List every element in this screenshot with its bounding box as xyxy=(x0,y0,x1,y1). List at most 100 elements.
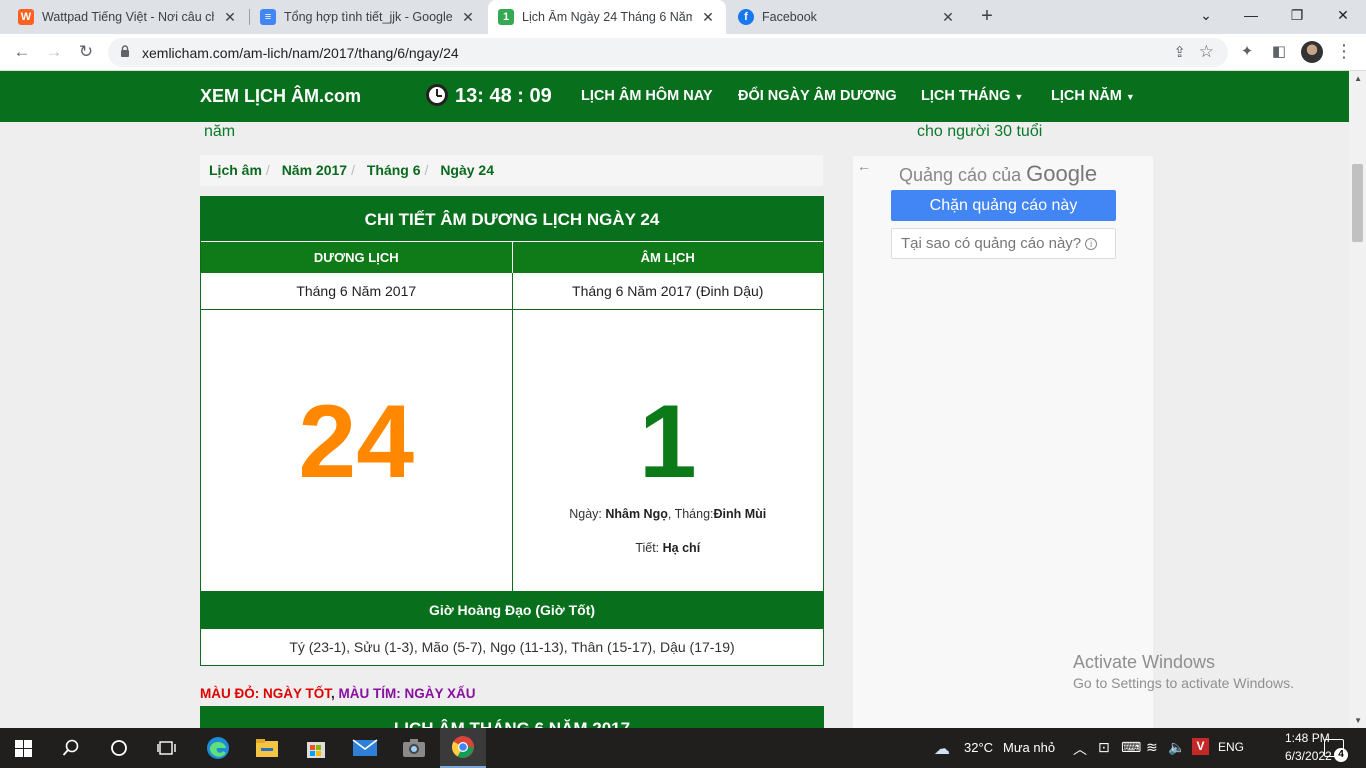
can-chi-info: Ngày: Nhâm Ngọ, Tháng:Đinh Mùi xyxy=(513,507,824,521)
site-brand[interactable]: XEM LỊCH ÂM.com xyxy=(200,86,361,107)
weather-text[interactable]: Mưa nhỏ xyxy=(1003,740,1055,755)
nav-lich-nam[interactable]: LỊCH NĂM ▼ xyxy=(1051,88,1135,104)
google-logo: Google xyxy=(1026,161,1098,186)
color-legend: MÀU ĐỎ: NGÀY TỐT, MÀU TÍM: NGÀY XẤU xyxy=(200,686,476,701)
side-panel-icon[interactable]: ◧ xyxy=(1269,42,1289,62)
watermark-subtitle: Go to Settings to activate Windows. xyxy=(1073,675,1294,691)
task-view-icon[interactable] xyxy=(144,728,190,768)
month-calendar-header: ← LỊCH ÂM THÁNG 6 NĂM 2017 → xyxy=(200,706,824,728)
tab-wattpad[interactable]: W Wattpad Tiếng Việt - Nơi câu chu ✕ xyxy=(8,0,248,34)
close-tab-icon[interactable]: ✕ xyxy=(700,9,716,26)
facebook-icon: f xyxy=(738,9,754,25)
solar-day-number: 24 xyxy=(298,384,415,500)
restore-icon[interactable]: ❐ xyxy=(1274,0,1320,30)
profile-avatar[interactable] xyxy=(1301,41,1323,63)
tab-google-docs[interactable]: ≡ Tổng hợp tình tiết_jjk - Google Tà ✕ xyxy=(250,0,486,34)
breadcrumb-thang[interactable]: Tháng 6 xyxy=(367,162,421,178)
language-indicator[interactable]: ENG xyxy=(1218,740,1244,754)
chrome-taskbar-icon[interactable] xyxy=(440,728,486,768)
microsoft-store-icon[interactable] xyxy=(293,728,339,768)
wifi-icon[interactable]: ≋ xyxy=(1146,739,1158,756)
thang-label: , Tháng: xyxy=(667,507,714,521)
cortana-icon[interactable] xyxy=(96,728,142,768)
breadcrumb-separator: / xyxy=(351,162,355,178)
ngay-value: Nhâm Ngọ xyxy=(605,507,668,521)
close-tab-icon[interactable]: ✕ xyxy=(222,9,238,26)
nav-lich-am-hom-nay[interactable]: LỊCH ÂM HÔM NAY xyxy=(581,88,713,104)
lunar-month: Tháng 6 Năm 2017 (Đinh Dậu) xyxy=(511,273,824,309)
clock-icon xyxy=(426,84,448,106)
legend-separator: , xyxy=(331,686,339,701)
tab-lich-am[interactable]: 1 Lịch Âm Ngày 24 Tháng 6 Năm 2 ✕ xyxy=(488,0,726,34)
weather-icon: ☁ xyxy=(934,741,950,758)
tab-title: Tổng hợp tình tiết_jjk - Google Tà xyxy=(284,10,452,24)
extensions-icon[interactable]: ✦ xyxy=(1237,42,1257,62)
day-detail-title: CHI TIẾT ÂM DƯƠNG LỊCH NGÀY 24 xyxy=(201,197,823,242)
weather-temp[interactable]: 32°C xyxy=(964,740,993,755)
minimize-icon[interactable]: — xyxy=(1228,0,1274,30)
block-ad-button[interactable]: Chặn quảng cáo này xyxy=(891,190,1116,221)
cut-off-link-right[interactable]: cho người 30 tuổi xyxy=(917,123,1042,141)
breadcrumb-lich-am[interactable]: Lịch âm xyxy=(209,162,262,178)
lock-icon xyxy=(121,45,129,57)
day-detail-card: CHI TIẾT ÂM DƯƠNG LỊCH NGÀY 24 DƯƠNG LỊC… xyxy=(200,196,824,666)
page-viewport: XEM LỊCH ÂM.com 13: 48 : 09 LỊCH ÂM HÔM … xyxy=(0,71,1366,728)
page-scrollbar[interactable]: ▲ ▼ xyxy=(1349,71,1366,728)
nav-lich-thang[interactable]: LỊCH THÁNG ▼ xyxy=(921,88,1023,104)
back-icon[interactable]: ← xyxy=(10,40,34,64)
url-text: xemlicham.com/am-lich/nam/2017/thang/6/n… xyxy=(142,45,459,61)
breadcrumb-separator: / xyxy=(424,162,429,178)
month-calendar-title: LỊCH ÂM THÁNG 6 NĂM 2017 xyxy=(200,719,824,728)
google-docs-icon: ≡ xyxy=(260,9,276,25)
file-explorer-icon[interactable] xyxy=(244,728,290,768)
tab-search-chevron-icon[interactable]: ⌄ xyxy=(1183,0,1229,30)
watermark-title: Activate Windows xyxy=(1073,652,1216,672)
nav-lich-thang-label: LỊCH THÁNG xyxy=(921,88,1011,104)
info-icon: i xyxy=(1085,238,1098,250)
solar-day-cell: 24 xyxy=(201,310,512,591)
share-icon[interactable]: ⇪ xyxy=(1173,43,1186,61)
breadcrumb-separator: / xyxy=(265,162,270,178)
mail-icon[interactable] xyxy=(342,728,388,768)
breadcrumb-nam[interactable]: Năm 2017 xyxy=(282,162,347,178)
lich-am-icon: 1 xyxy=(498,9,514,25)
tab-facebook[interactable]: f Facebook ✕ xyxy=(728,0,966,34)
antivirus-tray-icon[interactable]: V xyxy=(1192,738,1209,755)
edge-icon[interactable] xyxy=(195,728,241,768)
volume-icon[interactable]: 🔈 xyxy=(1168,739,1185,756)
scroll-up-icon[interactable]: ▲ xyxy=(1354,74,1362,83)
why-ad-button[interactable]: Tại sao có quảng cáo này? i xyxy=(891,228,1116,259)
tab-title: Lịch Âm Ngày 24 Tháng 6 Năm 2 xyxy=(522,10,692,24)
show-hidden-icons-chevron-icon[interactable]: ︿ xyxy=(1073,739,1087,759)
solar-month: Tháng 6 Năm 2017 xyxy=(296,283,417,299)
forward-icon[interactable]: → xyxy=(42,40,66,64)
clock-time[interactable]: 1:48 PM xyxy=(1285,731,1330,745)
caret-down-icon: ▼ xyxy=(1014,92,1024,102)
thang-value: Đinh Mùi xyxy=(713,507,767,521)
close-tab-icon[interactable]: ✕ xyxy=(460,9,476,26)
close-tab-icon[interactable]: ✕ xyxy=(940,9,956,26)
reload-icon[interactable]: ↻ xyxy=(74,40,98,64)
site-navbar: XEM LỊCH ÂM.com 13: 48 : 09 LỊCH ÂM HÔM … xyxy=(0,71,1349,122)
bookmark-star-icon[interactable]: ☆ xyxy=(1199,42,1214,62)
camera-icon[interactable] xyxy=(391,728,437,768)
start-button[interactable] xyxy=(0,728,46,768)
meet-now-icon[interactable]: ⊡ xyxy=(1098,739,1110,756)
nav-doi-ngay-am-duong[interactable]: ĐỔI NGÀY ÂM DƯƠNG xyxy=(738,88,897,104)
search-icon[interactable] xyxy=(48,728,94,768)
tab-title: Wattpad Tiếng Việt - Nơi câu chu xyxy=(42,10,214,24)
ad-back-arrow-icon[interactable]: ← xyxy=(857,158,871,174)
ngay-label: Ngày: xyxy=(569,507,602,521)
browser-menu-icon[interactable]: ⋮ xyxy=(1334,42,1354,62)
tiet-value: Hạ chí xyxy=(662,541,701,555)
tiet-info: Tiết: Hạ chí xyxy=(513,541,824,555)
input-method-icon[interactable]: ⌨ xyxy=(1121,739,1141,756)
address-bar[interactable]: xemlicham.com/am-lich/nam/2017/thang/6/n… xyxy=(108,38,1228,67)
new-tab-icon[interactable]: + xyxy=(976,5,998,27)
legend-bad-day: MÀU TÍM: NGÀY XẤU xyxy=(338,686,476,701)
scroll-thumb[interactable] xyxy=(1352,164,1363,242)
close-window-icon[interactable]: ✕ xyxy=(1320,0,1366,30)
next-month-arrow-icon[interactable]: → xyxy=(780,720,796,728)
lunar-header: ÂM LỊCH xyxy=(511,242,823,273)
scroll-down-icon[interactable]: ▼ xyxy=(1354,716,1362,725)
